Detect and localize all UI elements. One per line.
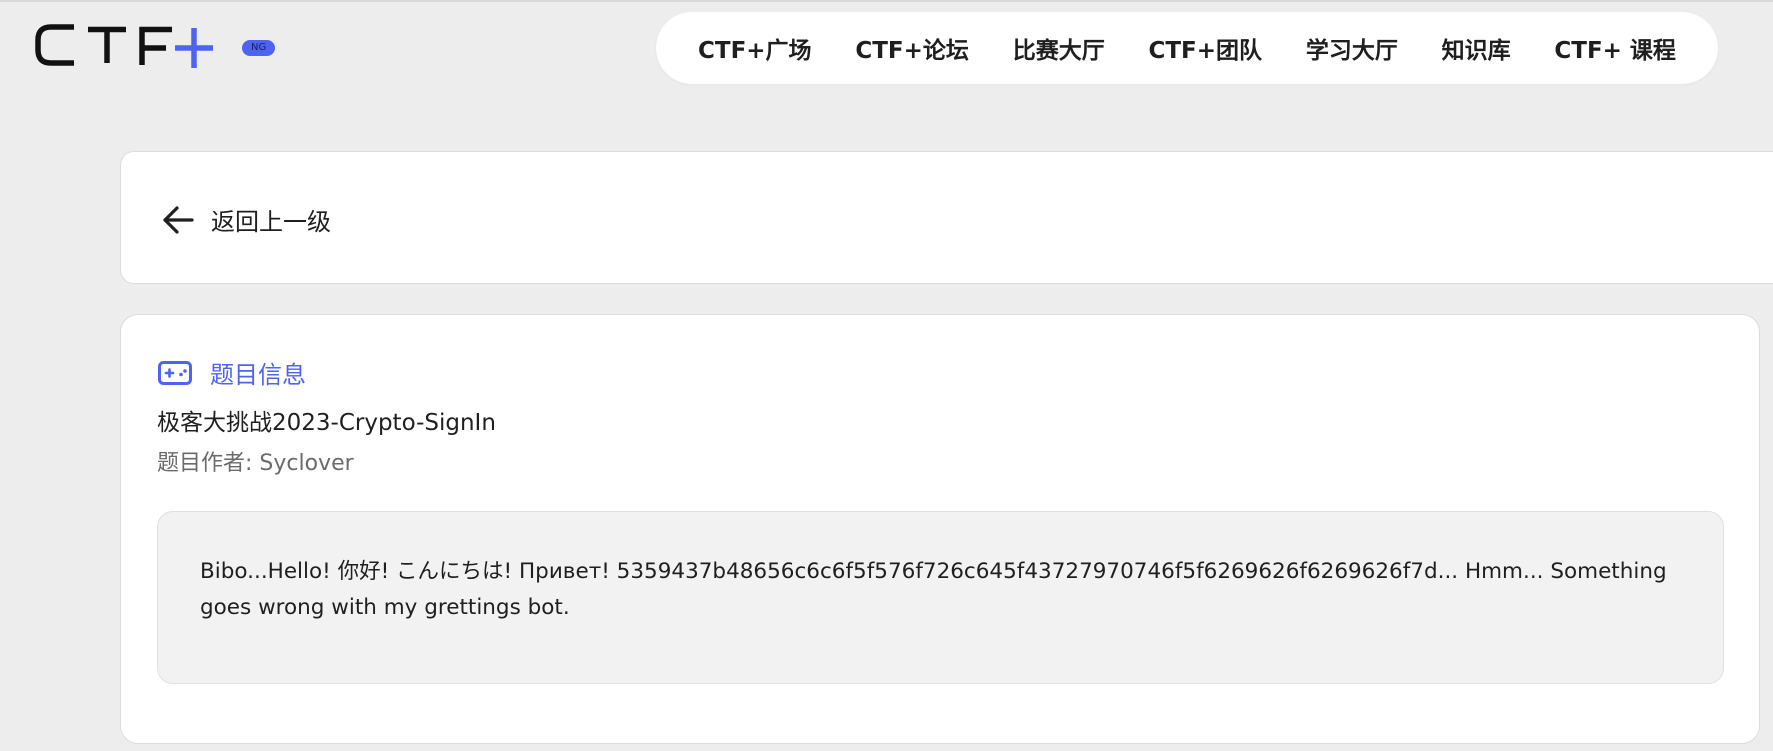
back-button-label: 返回上一级 (211, 208, 331, 236)
gamepad-icon (158, 360, 192, 385)
nav-item-knowledge-base[interactable]: 知识库 (1442, 31, 1511, 65)
section-header: 题目信息 (158, 355, 306, 390)
arrow-left-icon (163, 205, 194, 234)
challenge-info-card: 题目信息 极客大挑战2023-Crypto-SignIn 题目作者: Syclo… (120, 314, 1760, 744)
challenge-title: 极客大挑战2023-Crypto-SignIn (157, 410, 496, 436)
window-top-border (0, 0, 1773, 2)
challenge-description: Bibo...Hello! 你好! こんにちは! Привет! 5359437… (200, 559, 1667, 620)
nav-item-ctf-courses[interactable]: CTF+ 课程 (1554, 31, 1676, 65)
challenge-author: 题目作者: Syclover (157, 451, 354, 476)
back-button[interactable]: 返回上一级 (161, 202, 331, 237)
nav-item-ctf-square[interactable]: CTF+广场 (698, 31, 812, 65)
site-logo[interactable]: NG (34, 18, 276, 70)
section-title: 题目信息 (210, 361, 306, 389)
ctf-plus-logo-icon (35, 24, 213, 68)
ng-badge: NG (242, 40, 276, 56)
challenge-description-box: Bibo...Hello! 你好! こんにちは! Привет! 5359437… (157, 511, 1724, 684)
nav-item-learning-hall[interactable]: 学习大厅 (1306, 31, 1398, 65)
nav-item-ctf-team[interactable]: CTF+团队 (1148, 31, 1262, 65)
nav-item-competition-hall[interactable]: 比赛大厅 (1013, 31, 1105, 65)
nav-item-ctf-forum[interactable]: CTF+论坛 (855, 31, 969, 65)
back-card: 返回上一级 (120, 151, 1773, 284)
main-nav: CTF+广场 CTF+论坛 比赛大厅 CTF+团队 学习大厅 知识库 CTF+ … (656, 12, 1718, 84)
